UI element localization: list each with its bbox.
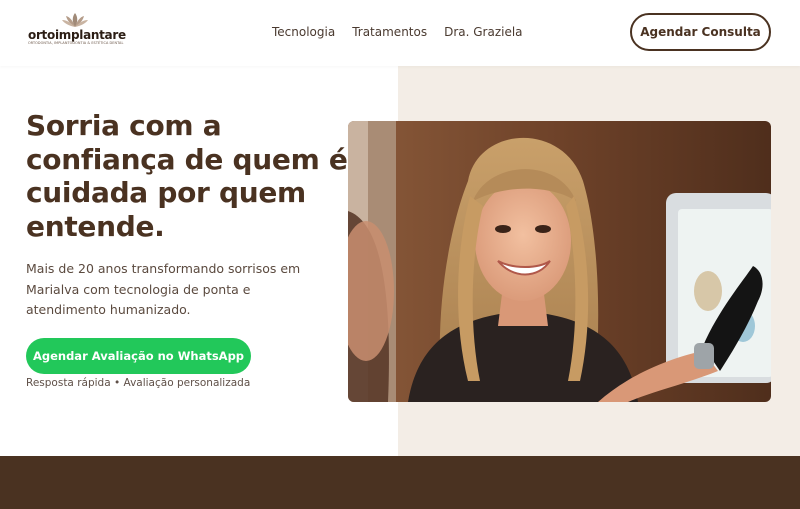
brand-name: ortoimplantare — [28, 28, 126, 42]
nav-item-dra-graziela[interactable]: Dra. Graziela — [444, 24, 522, 40]
hero-photo — [348, 121, 771, 402]
hero-note: Resposta rápida • Avaliação personalizad… — [26, 377, 251, 389]
schedule-consultation-button[interactable]: Agendar Consulta — [630, 13, 771, 51]
brand-logo[interactable]: ortoimplantare ORTODONTIA, IMPLANTODONTI… — [28, 12, 126, 52]
nav-item-tecnologia[interactable]: Tecnologia — [272, 24, 335, 40]
photo-dentist-with-patient-icon — [348, 121, 771, 402]
hero-subtext: Mais de 20 anos transformando sorrisos e… — [26, 261, 301, 317]
site-header: ortoimplantare ORTODONTIA, IMPLANTODONTI… — [0, 0, 800, 66]
brand-tagline: ORTODONTIA, IMPLANTODONTIA & ESTÉTICA DE… — [28, 41, 124, 45]
section-divider-band — [0, 456, 800, 509]
lotus-icon — [62, 13, 88, 27]
main-nav: Tecnologia Tratamentos Dra. Graziela — [272, 24, 523, 40]
nav-item-tratamentos[interactable]: Tratamentos — [352, 24, 427, 40]
hero-headline: Sorria com a confiança de quem é cuidada… — [26, 109, 348, 243]
whatsapp-cta-button[interactable]: Agendar Avaliação no WhatsApp — [26, 338, 251, 374]
